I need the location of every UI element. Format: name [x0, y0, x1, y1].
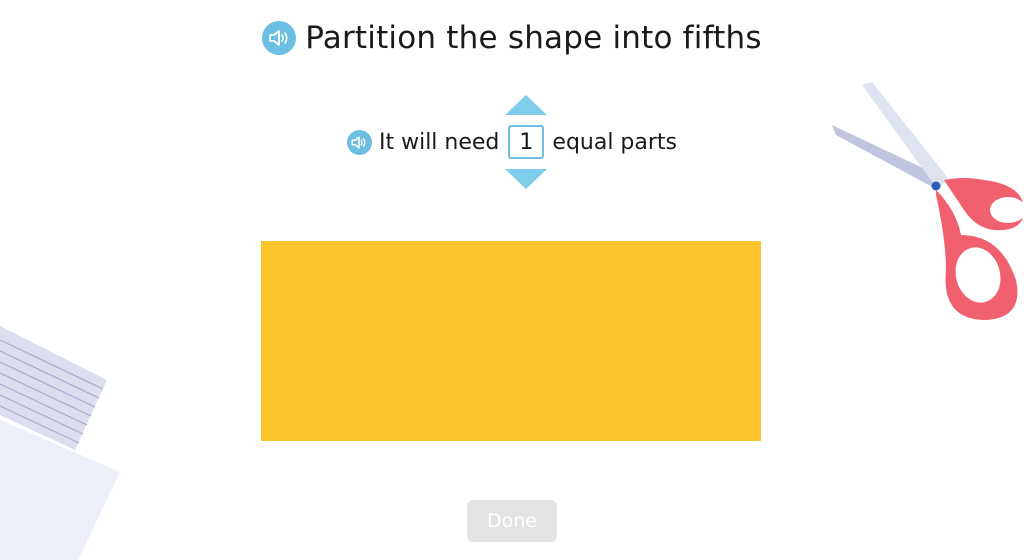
instruction-text-before: It will need — [378, 129, 500, 155]
instruction-audio-button[interactable] — [346, 129, 372, 155]
done-button-label: Done — [487, 510, 537, 532]
parts-count-value: 1 — [519, 129, 534, 155]
triangle-up-icon[interactable] — [505, 95, 548, 115]
parts-stepper: 1 — [505, 95, 548, 189]
scissors-icon — [832, 82, 1024, 320]
triangle-down-icon[interactable] — [505, 169, 548, 189]
speaker-icon — [269, 30, 288, 46]
title-audio-button[interactable] — [262, 21, 297, 55]
parts-count-field[interactable]: 1 — [508, 125, 545, 159]
activity-page: Partition the shape into fifths It will … — [0, 0, 1024, 560]
instruction-text-after: equal parts — [552, 129, 678, 155]
notebook-paper-icon — [0, 326, 120, 560]
title-row: Partition the shape into fifths — [0, 18, 1024, 58]
partition-rectangle[interactable] — [261, 241, 761, 441]
speaker-icon — [351, 136, 366, 148]
done-button[interactable]: Done — [467, 500, 557, 542]
page-title: Partition the shape into fifths — [305, 20, 762, 56]
